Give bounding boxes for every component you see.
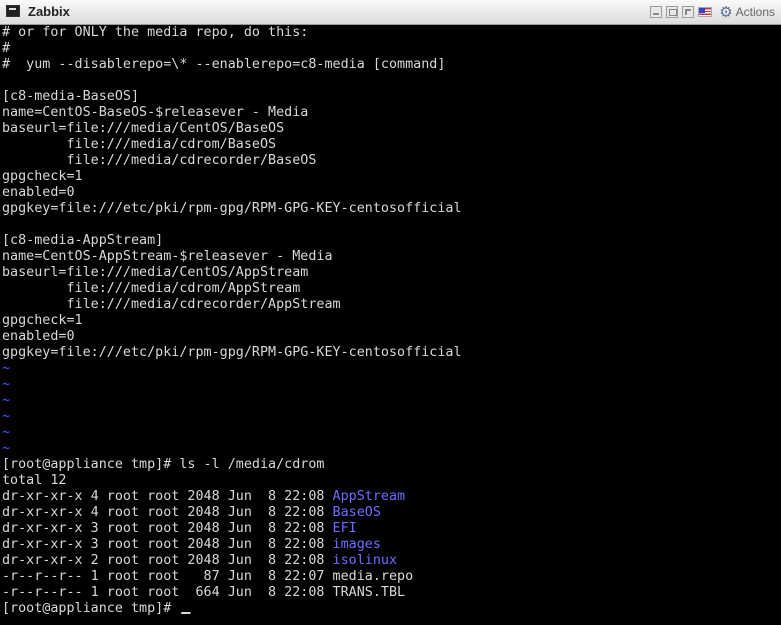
ls-entry-name: AppStream [332, 489, 406, 504]
terminal-line: [c8-media-BaseOS] [2, 89, 140, 104]
vim-tilde-line: ~ [2, 441, 11, 456]
ls-entry-meta: dr-xr-xr-x 3 root root 2048 Jun 8 22:08 [2, 521, 333, 536]
ls-entry: -r--r--r-- 1 root root 664 Jun 8 22:08 T… [2, 585, 405, 601]
window-title: Zabbix [28, 4, 70, 19]
terminal-line: file:///media/cdrecorder/AppStream [2, 297, 341, 312]
terminal-line: total 12 [2, 473, 67, 488]
terminal-line: enabled=0 [2, 185, 75, 200]
terminal-line: enabled=0 [2, 329, 75, 344]
terminal-line: name=CentOS-AppStream-$releasever - Medi… [2, 249, 333, 264]
minimize-icon[interactable] [650, 6, 663, 18]
actions-menu-button[interactable]: ⚙ Actions [719, 5, 775, 20]
vim-tilde-line: ~ [2, 377, 11, 392]
actions-label: Actions [735, 5, 775, 19]
app-icon [6, 5, 20, 17]
fullscreen-icon[interactable] [682, 6, 695, 18]
ls-entry: dr-xr-xr-x 3 root root 2048 Jun 8 22:08 … [2, 521, 357, 537]
terminal-line: # yum --disablerepo=\* --enablerepo=c8-m… [2, 57, 446, 72]
text-cursor [181, 612, 191, 614]
ls-entry: dr-xr-xr-x 4 root root 2048 Jun 8 22:08 … [2, 489, 405, 505]
terminal-line: file:///media/cdrom/BaseOS [2, 137, 277, 152]
terminal-line: gpgcheck=1 [2, 313, 83, 328]
command-prompt[interactable]: [root@appliance tmp]# [2, 601, 191, 617]
terminal-line: file:///media/cdrom/AppStream [2, 281, 301, 296]
ls-entry: dr-xr-xr-x 2 root root 2048 Jun 8 22:08 … [2, 553, 397, 569]
ls-entry-meta: dr-xr-xr-x 4 root root 2048 Jun 8 22:08 [2, 505, 333, 520]
ls-entry-meta: dr-xr-xr-x 4 root root 2048 Jun 8 22:08 [2, 489, 333, 504]
vim-tilde-line: ~ [2, 425, 11, 440]
titlebar-controls: ⚙ Actions [650, 3, 775, 21]
terminal-line: gpgkey=file:///etc/pki/rpm-gpg/RPM-GPG-K… [2, 201, 462, 216]
ls-entry-name: isolinux [332, 553, 398, 568]
terminal-line: [c8-media-AppStream] [2, 233, 164, 248]
ls-entry-meta: -r--r--r-- 1 root root 87 Jun 8 22:07 [2, 569, 333, 584]
terminal-line: name=CentOS-BaseOS-$releasever - Media [2, 105, 309, 120]
ls-entry-name: TRANS.TBL [332, 585, 406, 600]
vim-tilde-line: ~ [2, 361, 11, 376]
terminal-line: file:///media/cdrecorder/BaseOS [2, 153, 317, 168]
terminal-line: gpgkey=file:///etc/pki/rpm-gpg/RPM-GPG-K… [2, 345, 462, 360]
terminal-line: gpgcheck=1 [2, 169, 83, 184]
terminal-line: [root@appliance tmp]# ls -l /media/cdrom [2, 457, 325, 472]
ls-entry: dr-xr-xr-x 4 root root 2048 Jun 8 22:08 … [2, 505, 381, 521]
terminal-line: baseurl=file:///media/CentOS/BaseOS [2, 121, 285, 136]
gear-icon: ⚙ [719, 3, 733, 21]
ls-entry-meta: dr-xr-xr-x 3 root root 2048 Jun 8 22:08 [2, 537, 333, 552]
terminal-line: # [2, 41, 11, 56]
ls-entry: dr-xr-xr-x 3 root root 2048 Jun 8 22:08 … [2, 537, 381, 553]
terminal-screen[interactable]: # or for ONLY the media repo, do this: # #… [0, 25, 781, 625]
ls-entry-name: images [332, 537, 381, 552]
window-titlebar: Zabbix ⚙ Actions [0, 0, 781, 25]
terminal-line: baseurl=file:///media/CentOS/AppStream [2, 265, 309, 280]
ls-entry-name: BaseOS [332, 505, 381, 520]
ls-entry-meta: dr-xr-xr-x 2 root root 2048 Jun 8 22:08 [2, 553, 333, 568]
keyboard-layout-flag-icon[interactable] [698, 7, 713, 17]
vim-tilde-line: ~ [2, 393, 11, 408]
ls-entry-meta: -r--r--r-- 1 root root 664 Jun 8 22:08 [2, 585, 333, 600]
vim-tilde-line: ~ [2, 409, 11, 424]
prompt-text: [root@appliance tmp]# [2, 601, 180, 616]
terminal-line: # or for ONLY the media repo, do this: [2, 25, 309, 40]
ls-entry-name: media.repo [332, 569, 414, 584]
ls-entry: -r--r--r-- 1 root root 87 Jun 8 22:07 me… [2, 569, 413, 585]
restore-icon[interactable] [666, 6, 679, 18]
ls-entry-name: EFI [332, 521, 357, 536]
